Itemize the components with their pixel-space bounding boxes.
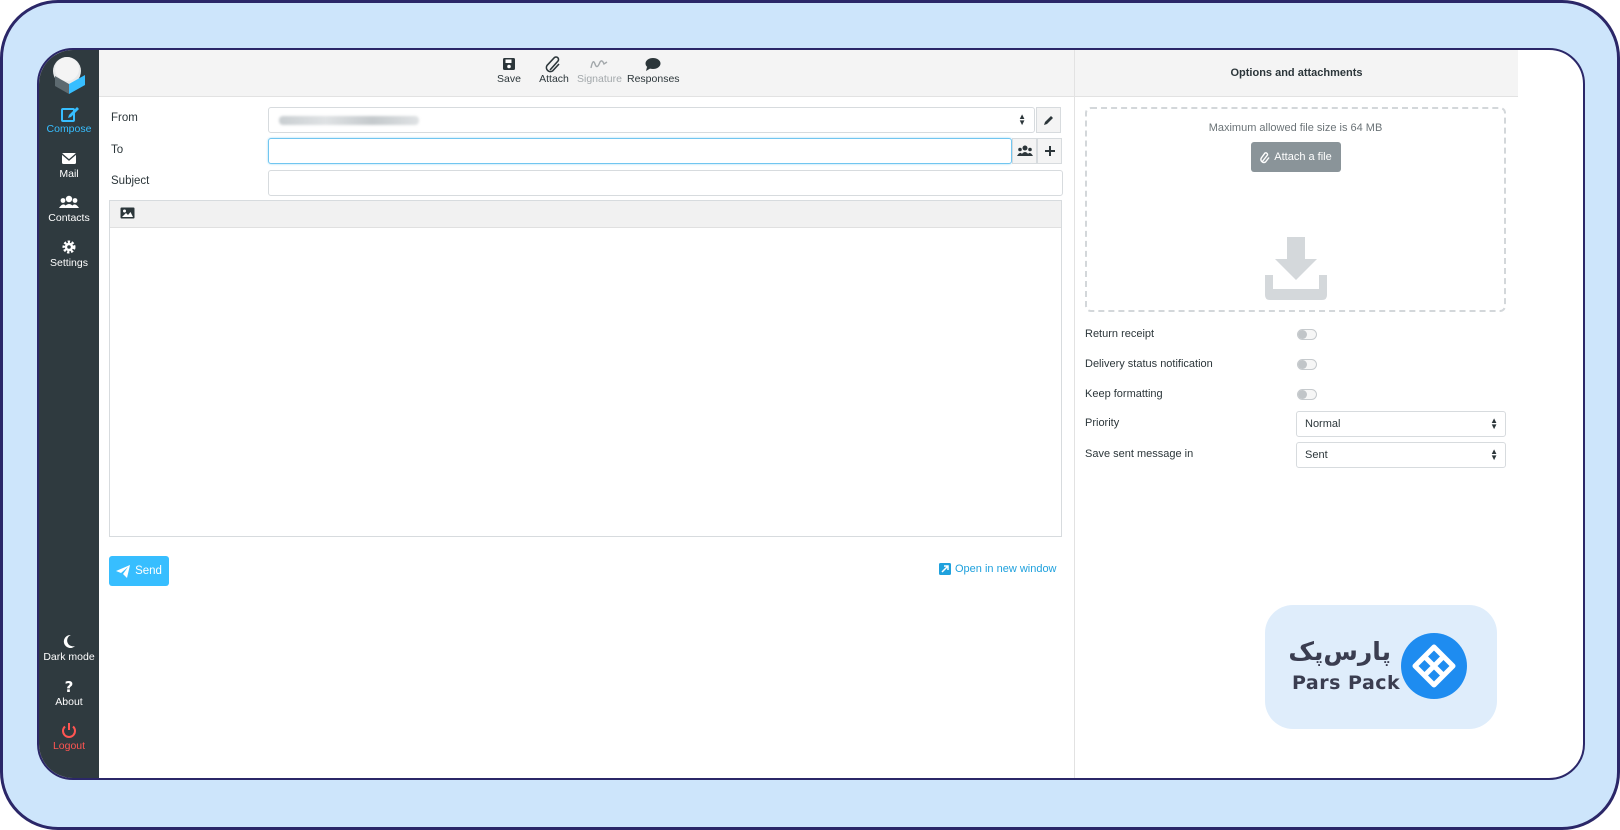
max-file-size-text: Maximum allowed file size is 64 MB xyxy=(1208,122,1383,134)
paperclip-icon xyxy=(1260,151,1270,163)
screenshot-frame: Compose Mail Contacts Settings Dark mode… xyxy=(0,0,1620,830)
from-address-redacted xyxy=(279,116,419,125)
attach-file-label: Attach a file xyxy=(1274,151,1332,163)
from-label: From xyxy=(111,112,138,124)
parspack-logo-icon xyxy=(1401,633,1467,699)
power-icon xyxy=(62,723,76,738)
panel-divider xyxy=(1074,50,1075,778)
sidebar-item-settings[interactable]: Settings xyxy=(39,239,99,269)
external-link-icon xyxy=(939,563,951,575)
sidebar-item-contacts[interactable]: Contacts xyxy=(39,194,99,224)
pencil-icon xyxy=(1044,115,1053,125)
return-receipt-toggle[interactable] xyxy=(1297,329,1317,340)
edit-identity-button[interactable] xyxy=(1036,107,1061,133)
subject-label: Subject xyxy=(111,175,150,187)
priority-value: Normal xyxy=(1305,418,1341,430)
sidebar-item-mail[interactable]: Mail xyxy=(39,150,99,180)
sidebar: Compose Mail Contacts Settings Dark mode… xyxy=(39,50,99,778)
options-header: Options and attachments xyxy=(1075,50,1518,97)
question-icon: ? xyxy=(65,678,74,695)
subject-input[interactable] xyxy=(268,170,1063,196)
to-input[interactable] xyxy=(268,138,1012,164)
attach-button[interactable]: Attach xyxy=(537,56,571,85)
responses-label: Responses xyxy=(627,73,680,85)
brand-name-english: Pars Pack xyxy=(1292,672,1401,694)
to-label: To xyxy=(111,144,124,156)
return-receipt-label: Return receipt xyxy=(1085,328,1155,340)
send-button[interactable]: Send xyxy=(109,556,169,586)
attach-file-button[interactable]: Attach a file xyxy=(1251,142,1341,172)
download-tray-icon xyxy=(1265,237,1327,300)
delivery-status-toggle[interactable] xyxy=(1297,359,1317,370)
sidebar-item-label: Logout xyxy=(52,740,86,752)
address-book-button[interactable] xyxy=(1012,138,1037,164)
sidebar-item-label: About xyxy=(55,696,83,708)
signature-icon xyxy=(590,60,608,69)
open-new-label: Open in new window xyxy=(955,563,1057,575)
open-in-new-window-link[interactable]: Open in new window xyxy=(939,563,1057,575)
save-label: Save xyxy=(497,73,521,85)
gear-icon xyxy=(62,240,76,254)
dark-mode-toggle[interactable]: Dark mode xyxy=(39,633,99,663)
message-editor[interactable] xyxy=(109,200,1062,537)
from-select[interactable]: ▲ ▼ xyxy=(268,107,1035,133)
sidebar-item-label: Compose xyxy=(46,123,92,135)
save-sent-value: Sent xyxy=(1305,449,1328,461)
attachment-dropzone[interactable]: Maximum allowed file size is 64 MB Attac… xyxy=(1085,107,1506,312)
paperclip-icon xyxy=(545,56,560,73)
users-icon xyxy=(59,195,79,208)
send-label: Send xyxy=(135,565,162,577)
select-arrows-icon: ▲ ▼ xyxy=(1018,112,1026,127)
users-icon xyxy=(1016,145,1033,156)
save-sent-label: Save sent message in xyxy=(1085,448,1194,460)
priority-label: Priority xyxy=(1085,417,1120,429)
moon-icon xyxy=(63,634,75,648)
sidebar-item-label: Settings xyxy=(50,257,88,269)
sidebar-item-logout[interactable]: Logout xyxy=(39,722,99,752)
compose-icon xyxy=(61,107,79,122)
app-logo xyxy=(53,57,85,94)
signature-label: Signature xyxy=(577,73,622,85)
add-header-button[interactable] xyxy=(1037,138,1062,164)
save-sent-select[interactable]: Sent ▲ ▼ xyxy=(1296,442,1506,468)
keep-formatting-label: Keep formatting xyxy=(1085,388,1163,400)
signature-button[interactable]: Signature xyxy=(577,56,622,85)
keep-formatting-toggle[interactable] xyxy=(1297,389,1317,400)
paper-plane-icon xyxy=(116,564,131,578)
sidebar-item-label: Contacts xyxy=(48,212,90,224)
sidebar-item-about[interactable]: ? About xyxy=(39,678,99,708)
select-arrows-icon: ▲ ▼ xyxy=(1490,416,1498,431)
editor-toolbar xyxy=(110,201,1061,228)
floppy-disk-icon xyxy=(503,58,515,70)
plus-icon xyxy=(1044,146,1055,156)
svg-text:?: ? xyxy=(65,678,74,695)
select-arrows-icon: ▲ ▼ xyxy=(1490,447,1498,462)
delivery-status-label: Delivery status notification xyxy=(1085,358,1213,370)
parspack-brand-badge: پارس‌پک Pars Pack xyxy=(1265,605,1497,729)
brand-name-persian: پارس‌پک xyxy=(1288,637,1391,666)
webmail-app: Compose Mail Contacts Settings Dark mode… xyxy=(37,48,1585,780)
sidebar-item-compose[interactable]: Compose xyxy=(39,105,99,135)
save-button[interactable]: Save xyxy=(494,56,524,85)
image-icon[interactable] xyxy=(120,207,135,219)
envelope-icon xyxy=(61,153,77,164)
compose-toolbar: Save Attach Signature Responses xyxy=(99,50,1143,97)
sidebar-item-label: Dark mode xyxy=(43,651,95,663)
priority-select[interactable]: Normal ▲ ▼ xyxy=(1296,411,1506,437)
sidebar-item-label: Mail xyxy=(59,168,79,180)
attach-label: Attach xyxy=(539,73,569,85)
responses-button[interactable]: Responses xyxy=(627,56,680,85)
comment-icon xyxy=(645,58,661,71)
